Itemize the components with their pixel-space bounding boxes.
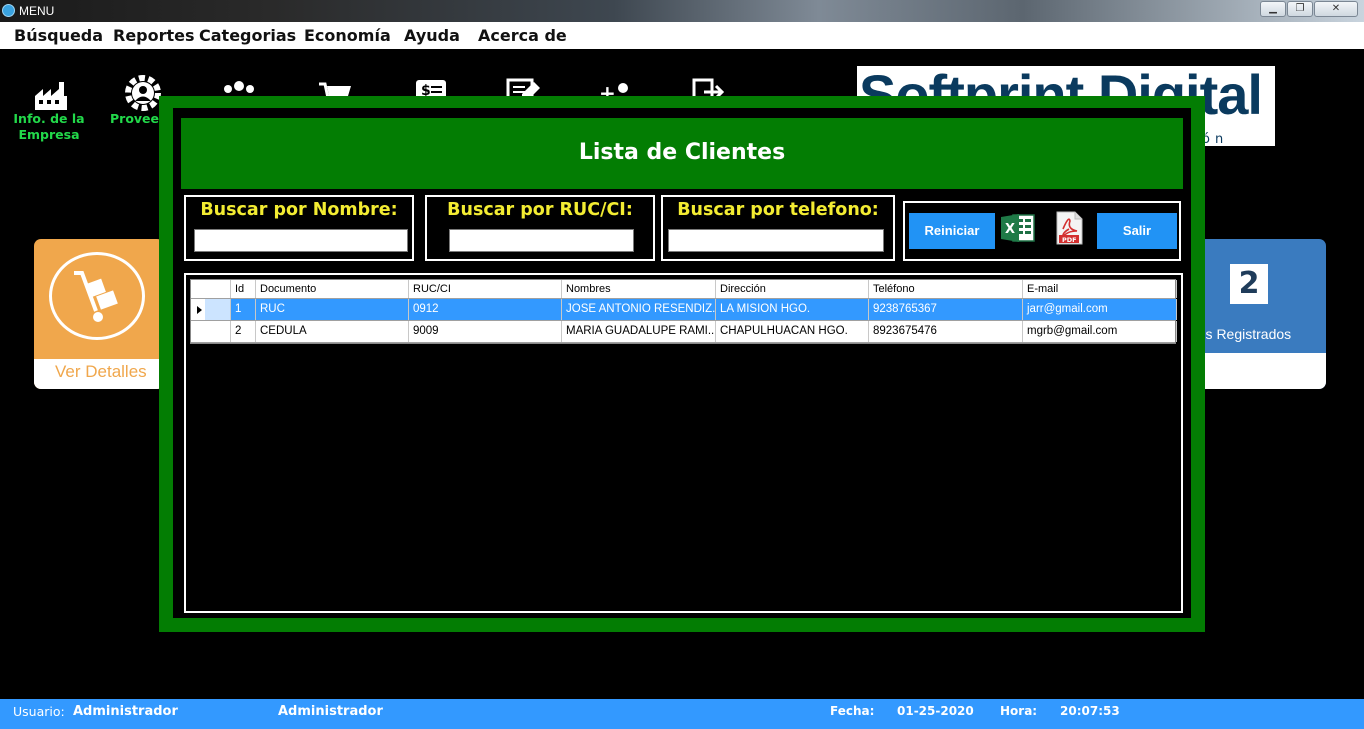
shipping-card[interactable]: Ver Detalles [34,239,164,389]
dialog-body: Lista de Clientes Buscar por Nombre: Bus… [173,108,1191,618]
menu-ayuda[interactable]: Ayuda [404,26,460,45]
column-header-ruc[interactable]: RUC/CI [409,280,562,298]
close-button[interactable]: ✕ [1314,1,1358,17]
title-bar: MENU ▁ ❐ ✕ [0,0,1364,22]
client-list-dialog: Lista de Clientes Buscar por Nombre: Bus… [159,96,1205,632]
registered-count: 2 [1230,264,1268,304]
date-value: 01-25-2020 [897,704,974,718]
exit-button[interactable]: Salir [1097,213,1177,249]
search-ruc-label: Buscar por RUC/CI: [447,200,633,220]
row-selector[interactable] [191,299,231,320]
search-by-name-box: Buscar por Nombre: [184,195,414,261]
actions-box: Reiniciar X PDF Salir [903,201,1181,261]
column-header-direccion[interactable]: Dirección [716,280,869,298]
dialog-header: Lista de Clientes [181,118,1183,189]
column-header-email[interactable]: E-mail [1023,280,1177,298]
hand-truck-icon [49,252,145,340]
view-details-label[interactable]: Ver Detalles [55,362,147,382]
search-ruc-input[interactable] [449,229,634,252]
cell-ruc[interactable]: 9009 [409,321,562,342]
window-title: MENU [19,4,55,18]
search-phone-label: Buscar por telefono: [677,200,879,220]
menu-bar: Búsqueda Reportes Categorias Economía Ay… [0,22,1364,49]
menu-acerca-de[interactable]: Acerca de [478,26,567,45]
search-name-label: Buscar por Nombre: [200,200,398,220]
column-header-nombres[interactable]: Nombres [562,280,716,298]
search-name-input[interactable] [194,229,408,252]
cell-email[interactable]: jarr@gmail.com [1023,299,1177,320]
cell-nombres[interactable]: MARIA GUADALUPE RAMI... [562,321,716,342]
provider-gear-icon[interactable] [123,73,163,113]
column-header-id[interactable]: Id [231,280,256,298]
user-label: Usuario: [13,704,65,719]
pdf-icon[interactable]: PDF [1055,211,1083,245]
column-header-documento[interactable]: Documento [256,280,409,298]
row-header-corner [191,280,231,298]
menu-busqueda[interactable]: Búsqueda [14,26,103,45]
cell-id[interactable]: 1 [231,299,256,320]
company-label-line2: Empresa [18,127,80,142]
cell-nombres[interactable]: JOSE ANTONIO RESENDIZ... [562,299,716,320]
search-by-phone-box: Buscar por telefono: [661,195,895,261]
clients-table: Id Documento RUC/CI Nombres Dirección Te… [190,279,1177,344]
app-icon [2,4,15,17]
cell-telefono[interactable]: 9238765367 [869,299,1023,320]
user-value: Administrador [73,704,178,719]
svg-text:X: X [1005,222,1015,237]
dialog-title: Lista de Clientes [578,140,786,165]
registered-label: rios Registrados [1190,326,1292,342]
cell-documento[interactable]: CEDULA [256,321,409,342]
clients-grid-box: Id Documento RUC/CI Nombres Dirección Te… [184,273,1183,613]
time-label: Hora: [1000,704,1038,718]
cell-direccion[interactable]: CHAPULHUACAN HGO. [716,321,869,342]
cell-documento[interactable]: RUC [256,299,409,320]
column-header-telefono[interactable]: Teléfono [869,280,1023,298]
excel-icon[interactable]: X [1001,213,1035,243]
row-selector[interactable] [191,321,231,342]
time-value: 20:07:53 [1060,704,1120,718]
factory-icon[interactable] [31,76,71,116]
menu-reportes[interactable]: Reportes [113,26,195,45]
table-header: Id Documento RUC/CI Nombres Dirección Te… [191,280,1177,299]
role-value: Administrador [278,704,383,719]
cell-id[interactable]: 2 [231,321,256,342]
company-label-line1: Info. de la [13,111,85,126]
svg-text:PDF: PDF [1062,236,1077,244]
cell-email[interactable]: mgrb@gmail.com [1023,321,1177,342]
company-info-label[interactable]: Info. de la Empresa [10,111,88,143]
table-row[interactable]: 2 CEDULA 9009 MARIA GUADALUPE RAMI... CH… [191,321,1177,343]
registered-users-card[interactable]: 2 rios Registrados [1190,239,1326,389]
cell-direccion[interactable]: LA MISION HGO. [716,299,869,320]
menu-categorias[interactable]: Categorias [199,26,296,45]
menu-economia[interactable]: Economía [304,26,391,45]
search-by-ruc-box: Buscar por RUC/CI: [425,195,655,261]
status-bar: Usuario: Administrador Administrador Fec… [0,699,1364,729]
app-window: MENU ▁ ❐ ✕ Búsqueda Reportes Categorias … [0,0,1364,729]
cell-ruc[interactable]: 0912 [409,299,562,320]
table-row[interactable]: 1 RUC 0912 JOSE ANTONIO RESENDIZ... LA M… [191,299,1177,321]
logo-subtext: ón [1202,132,1229,146]
search-phone-input[interactable] [668,229,884,252]
date-label: Fecha: [830,704,875,718]
cell-telefono[interactable]: 8923675476 [869,321,1023,342]
reset-button[interactable]: Reiniciar [909,213,995,249]
restore-button[interactable]: ❐ [1287,1,1313,17]
minimize-button[interactable]: ▁ [1260,1,1286,17]
